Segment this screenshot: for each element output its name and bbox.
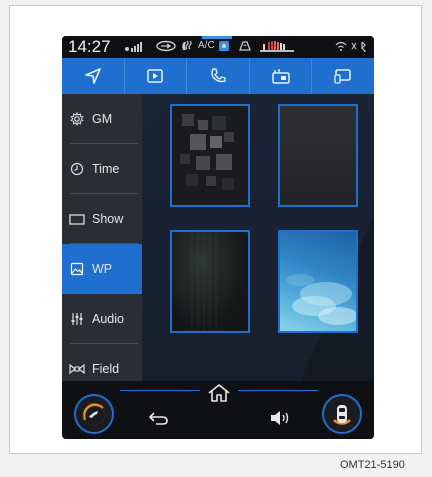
wallpaper-thumbnail [191, 232, 217, 331]
media-icon [147, 69, 164, 83]
gear-icon [70, 112, 84, 126]
steering-wheel-icon [82, 402, 106, 426]
apps-button[interactable] [250, 58, 313, 94]
figure-caption: OMT21-5190 [340, 459, 405, 471]
seat-heat-icon [180, 39, 194, 56]
apps-icon [271, 69, 290, 84]
side-item-label: Show [92, 212, 124, 226]
side-item-show[interactable]: Show [62, 194, 142, 244]
side-item-time[interactable]: Time [62, 144, 142, 194]
projection-icon [334, 69, 351, 84]
wallpaper-option-2[interactable] [278, 104, 358, 207]
clock-icon [70, 162, 84, 176]
navigation-button[interactable] [62, 58, 125, 94]
display-icon [69, 214, 85, 225]
top-nav-bar [62, 58, 374, 94]
steering-wheel-button[interactable] [74, 394, 114, 434]
phone-button[interactable] [187, 58, 250, 94]
car-icon [333, 405, 351, 425]
wallpaper-icon [70, 262, 84, 276]
top-indicator [202, 36, 232, 39]
ac-label: A/C [198, 40, 215, 51]
home-button[interactable] [204, 381, 234, 405]
home-icon [208, 384, 230, 402]
back-button[interactable] [144, 405, 174, 431]
volume-icon [271, 411, 289, 425]
defrost-icon [238, 39, 252, 56]
side-item-label: Audio [92, 312, 124, 326]
volume-button[interactable] [266, 405, 296, 431]
wallpaper-option-1[interactable] [170, 104, 250, 207]
projection-button[interactable] [312, 58, 374, 94]
side-item-label: GM [92, 112, 113, 126]
wallpaper-option-3[interactable] [170, 230, 250, 333]
side-item-label: Time [92, 162, 120, 176]
side-item-audio[interactable]: Audio [62, 294, 142, 344]
back-icon [149, 412, 168, 425]
bottom-bar [62, 381, 374, 439]
wifi-bluetooth-icon [334, 40, 368, 55]
car-settings-button[interactable] [322, 394, 362, 434]
side-item-wp[interactable]: WP [62, 244, 142, 294]
media-button[interactable] [125, 58, 188, 94]
equalizer-icon [71, 313, 83, 325]
wallpaper-thumbnail [172, 106, 248, 205]
fan-icon [218, 40, 230, 55]
head-unit-screen: 14:27 A/C GM Time Show WP Audio Field [62, 36, 374, 439]
wallpaper-option-4[interactable] [278, 230, 358, 333]
phone-icon [211, 68, 226, 83]
car-recirculation-icon [156, 40, 176, 55]
side-item-gm[interactable]: GM [62, 94, 142, 144]
settings-side-menu: GM Time Show WP Audio Field [62, 94, 142, 401]
status-bar: 14:27 A/C [62, 36, 374, 58]
sound-field-icon [69, 363, 85, 375]
wallpaper-thumbnail [286, 274, 356, 325]
navigation-icon [84, 68, 101, 84]
signal-icon [124, 41, 144, 55]
side-item-label: WP [92, 262, 113, 276]
wallpaper-panel [142, 94, 374, 401]
clock: 14:27 [68, 37, 111, 56]
side-item-label: Field [92, 362, 120, 376]
temperature-bar-icon [260, 39, 294, 56]
